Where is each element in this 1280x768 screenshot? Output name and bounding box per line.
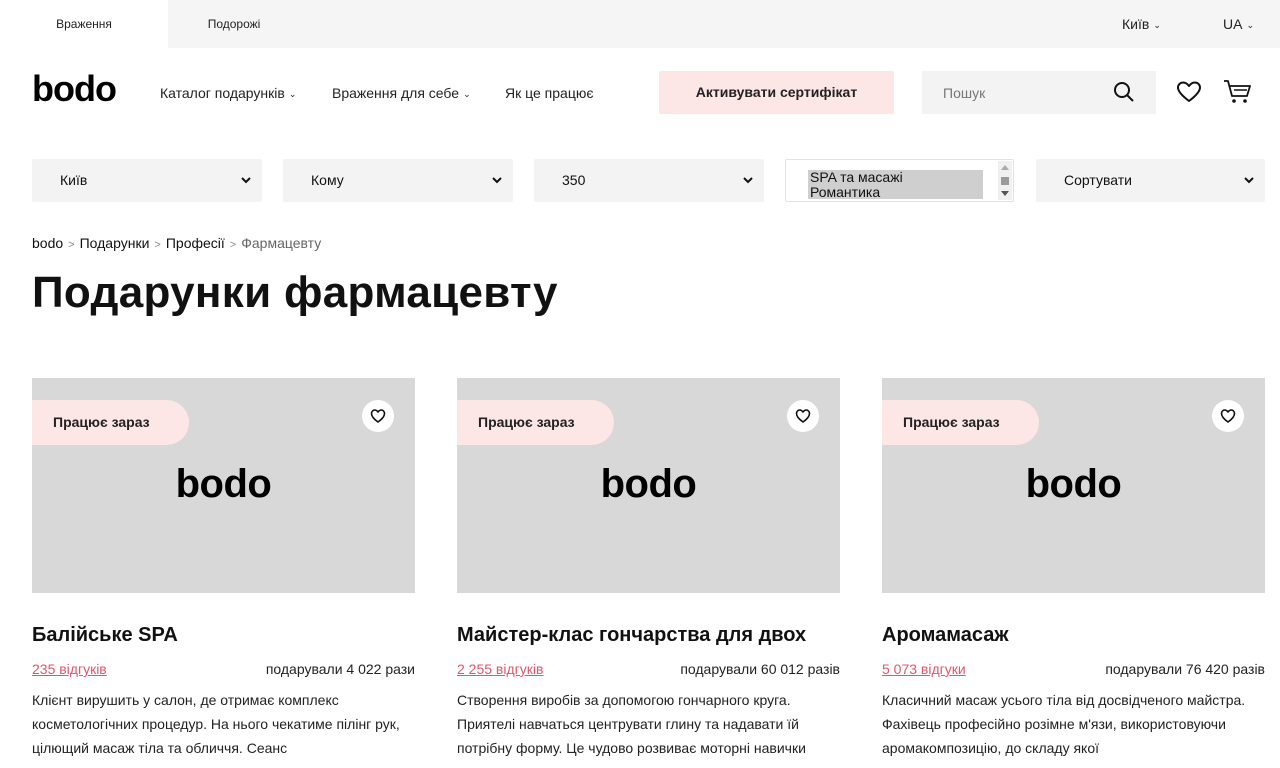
card-title[interactable]: Аромамасаж: [882, 624, 1009, 647]
category-option[interactable]: SPA та масажі: [810, 170, 983, 185]
breadcrumb-separator-icon: >: [229, 239, 237, 251]
product-image[interactable]: Працює зараз bodo: [457, 378, 840, 593]
sort-select-value: Сортувати: [1064, 172, 1132, 188]
favorites-heart-icon[interactable]: [1176, 80, 1202, 104]
price-filter-select[interactable]: 350: [534, 159, 764, 202]
gifted-count: подарували 76 420 разів: [1105, 661, 1265, 677]
status-badge: Працює зараз: [882, 400, 1039, 445]
breadcrumb-item[interactable]: Професії: [166, 235, 225, 251]
chevron-down-icon: [743, 177, 753, 184]
search-box: [922, 71, 1156, 114]
breadcrumb-separator-icon: >: [68, 239, 75, 251]
product-card[interactable]: Працює зараз bodo Аромамасаж 5 073 відгу…: [882, 378, 1265, 756]
card-description: Класичний масаж усього тіла від досвідче…: [882, 692, 1246, 756]
product-card[interactable]: Працює зараз bodo Майстер-клас гончарств…: [457, 378, 840, 756]
breadcrumb-item[interactable]: bodo: [32, 235, 63, 251]
product-card[interactable]: Працює зараз bodo Балійське SPA 235 відг…: [32, 378, 415, 756]
reviews-link[interactable]: 5 073 відгуки: [882, 661, 966, 677]
chevron-down-icon: ⌄: [1246, 20, 1254, 30]
city-selector-label: Київ: [1122, 16, 1150, 32]
search-icon[interactable]: [1112, 80, 1136, 104]
page-title: Подарунки фармацевту: [32, 268, 558, 317]
nav-how-it-works[interactable]: Як це працює: [505, 85, 593, 101]
city-filter-select[interactable]: Київ: [32, 159, 262, 202]
card-description: Клієнт вирушить у салон, де отримає комп…: [32, 692, 400, 756]
tab-experiences[interactable]: Враження: [0, 0, 168, 48]
card-title[interactable]: Балійське SPA: [32, 624, 178, 647]
reviews-link[interactable]: 2 255 відгуків: [457, 661, 543, 677]
language-selector-label: UA: [1223, 16, 1243, 32]
gifted-count: подарували 60 012 разів: [680, 661, 840, 677]
category-scrollbar[interactable]: [998, 161, 1012, 200]
chevron-down-icon: [1244, 177, 1254, 184]
category-options: SPA та масажі Романтика: [808, 170, 983, 199]
favorite-button[interactable]: [787, 400, 819, 432]
chevron-down-icon: ⌄: [463, 89, 471, 99]
scroll-down-arrow-icon[interactable]: [1001, 191, 1009, 196]
card-logo: bodo: [600, 462, 697, 506]
breadcrumb: bodo > Подарунки > Професії > Фармацевту: [32, 235, 321, 251]
breadcrumb-item[interactable]: Подарунки: [80, 235, 150, 251]
chevron-down-icon: [492, 177, 502, 184]
card-logo: bodo: [1025, 462, 1122, 506]
heart-icon: [795, 409, 811, 423]
nav-catalog[interactable]: Каталог подарунків ⌄: [160, 85, 296, 101]
logo[interactable]: bodo: [32, 68, 117, 110]
search-input[interactable]: [922, 71, 1102, 114]
card-logo: bodo: [175, 462, 272, 506]
nav-for-self-label: Враження для себе: [332, 85, 460, 101]
language-selector[interactable]: UA ⌄: [1223, 16, 1254, 32]
city-filter-value: Київ: [60, 172, 88, 188]
product-image[interactable]: Працює зараз bodo: [32, 378, 415, 593]
recipient-filter-value: Кому: [311, 172, 344, 188]
city-selector[interactable]: Київ ⌄: [1122, 16, 1161, 32]
card-description: Створення виробів за допомогою гончарног…: [457, 692, 806, 756]
recipient-filter-select[interactable]: Кому: [283, 159, 513, 202]
nav-catalog-label: Каталог подарунків: [160, 85, 285, 101]
cart-icon[interactable]: [1222, 78, 1252, 106]
product-image[interactable]: Працює зараз bodo: [882, 378, 1265, 593]
activate-certificate-button[interactable]: Активувати сертифікат: [659, 71, 894, 114]
card-title[interactable]: Майстер-клас гончарства для двох: [457, 624, 806, 647]
scroll-up-arrow-icon[interactable]: [1001, 165, 1009, 170]
favorite-button[interactable]: [1212, 400, 1244, 432]
gifted-count: подарували 4 022 рази: [265, 661, 415, 677]
scroll-thumb[interactable]: [1001, 177, 1009, 185]
breadcrumb-separator-icon: >: [154, 239, 161, 251]
top-strip: Враження Подорожі Київ ⌄ UA ⌄: [0, 0, 1280, 48]
nav-for-self[interactable]: Враження для себе ⌄: [332, 85, 471, 101]
tab-travel[interactable]: Подорожі: [168, 0, 300, 48]
price-filter-value: 350: [562, 172, 586, 188]
status-badge: Працює зараз: [32, 400, 189, 445]
status-badge: Працює зараз: [457, 400, 614, 445]
sort-select[interactable]: Сортувати: [1036, 159, 1265, 202]
breadcrumb-current: Фармацевту: [241, 235, 322, 251]
reviews-link[interactable]: 235 відгуків: [32, 661, 107, 677]
heart-icon: [1220, 409, 1236, 423]
category-option[interactable]: Романтика: [810, 185, 983, 200]
heart-icon: [370, 409, 386, 423]
chevron-down-icon: ⌄: [288, 89, 297, 99]
category-multiselect[interactable]: SPA та масажі Романтика: [785, 159, 1014, 202]
favorite-button[interactable]: [362, 400, 394, 432]
chevron-down-icon: [241, 177, 251, 184]
chevron-down-icon: ⌄: [1153, 20, 1161, 30]
